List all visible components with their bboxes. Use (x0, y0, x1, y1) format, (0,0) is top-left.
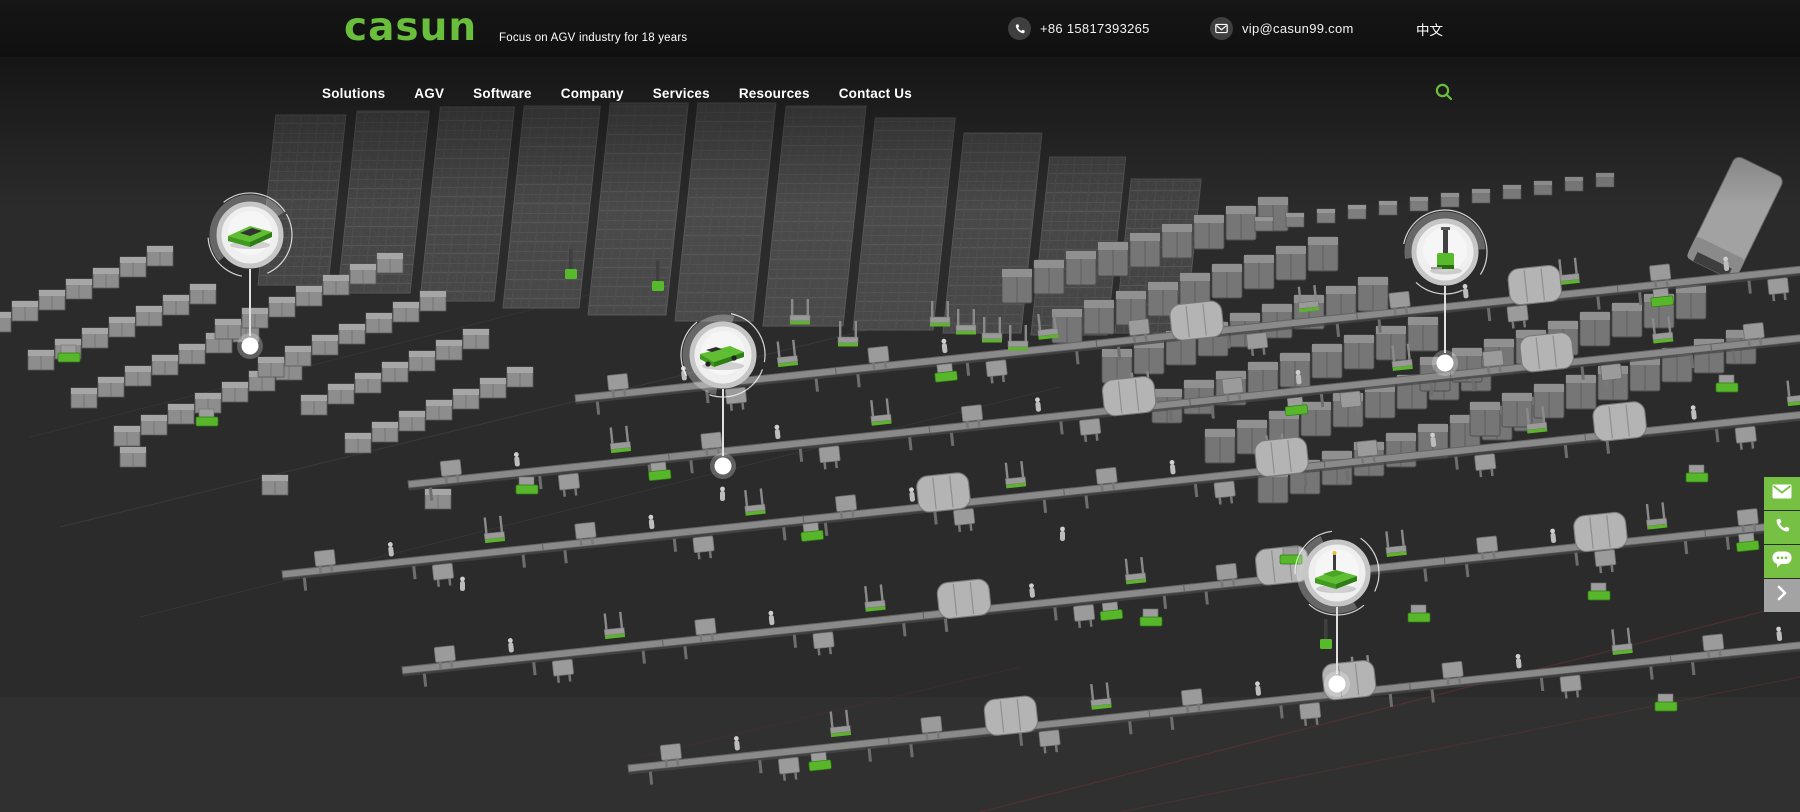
email-address: vip@casun99.com (1242, 21, 1354, 36)
nav-item-services[interactable]: Services (653, 84, 710, 104)
phone-contact[interactable]: +86 15817393265 (1008, 0, 1150, 57)
nav-item-contact-us[interactable]: Contact Us (839, 84, 912, 104)
tagline: Focus on AGV industry for 18 years (499, 32, 687, 44)
tugger-agv-hotspot[interactable] (638, 270, 808, 490)
phone-icon (1774, 517, 1791, 539)
language-switch[interactable]: 中文 (1416, 0, 1443, 57)
float-collapse-button[interactable] (1764, 579, 1800, 612)
topbar: casun Focus on AGV industry for 18 years… (0, 0, 1800, 57)
hotspot-marker (165, 150, 335, 370)
nav-item-resources[interactable]: Resources (739, 84, 810, 104)
nav-item-solutions[interactable]: Solutions (322, 84, 385, 104)
hotspot-marker (1360, 167, 1530, 387)
floating-action-stack (1764, 477, 1800, 613)
search-icon[interactable] (1433, 81, 1459, 107)
hotspot-marker (1252, 488, 1422, 708)
nav-item-software[interactable]: Software (473, 84, 532, 104)
float-phone-button[interactable] (1764, 511, 1800, 544)
lurking-agv-hotspot[interactable] (165, 150, 335, 370)
phone-number: +86 15817393265 (1040, 21, 1150, 36)
envelope-icon (1210, 17, 1233, 40)
float-email-button[interactable] (1764, 477, 1800, 510)
main-nav: Solutions AGV Software Company Services … (0, 57, 1800, 107)
nav-item-company[interactable]: Company (561, 84, 624, 104)
float-chat-button[interactable] (1764, 545, 1800, 578)
chat-icon (1772, 551, 1792, 573)
email-contact[interactable]: vip@casun99.com (1210, 0, 1354, 57)
nav-item-agv[interactable]: AGV (414, 84, 444, 104)
chevron-right-icon (1776, 585, 1788, 606)
phone-icon (1008, 17, 1031, 40)
logo[interactable]: casun (344, 6, 477, 50)
lidar-agv-hotspot[interactable] (1252, 488, 1422, 708)
envelope-icon (1772, 484, 1792, 504)
hotspot-marker (638, 270, 808, 490)
hero (0, 57, 1800, 812)
forklift-agv-hotspot[interactable] (1360, 167, 1530, 387)
